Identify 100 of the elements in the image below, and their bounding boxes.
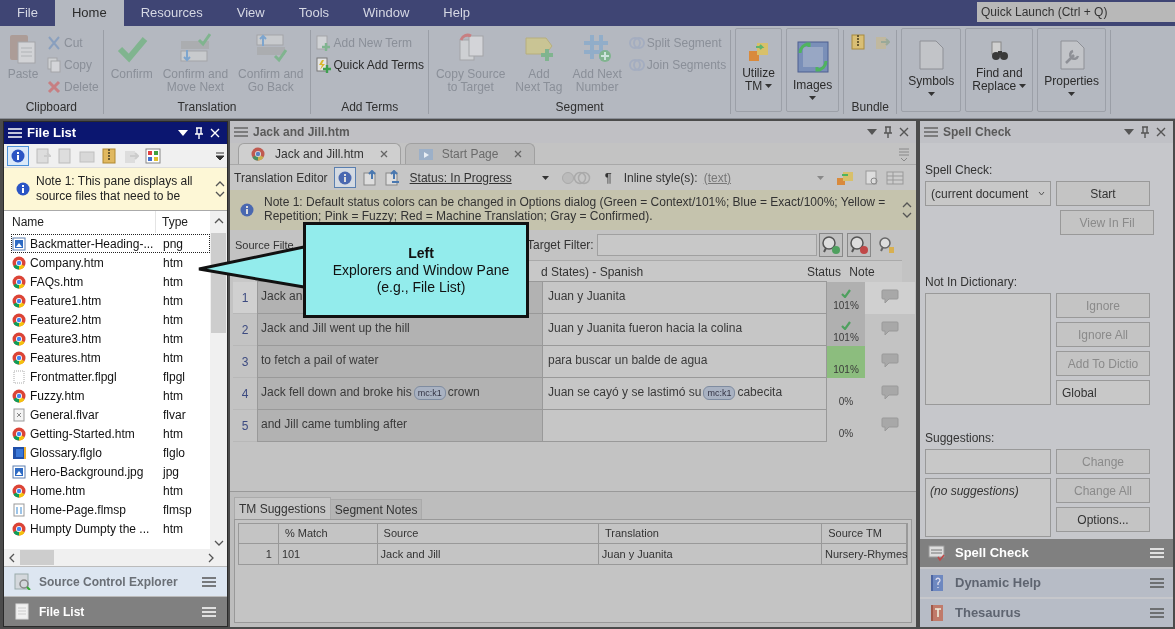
file-row[interactable]: Glossary.flglo flglo <box>11 443 210 462</box>
column-header[interactable]: Type <box>156 213 188 231</box>
dropdown-icon[interactable] <box>178 129 188 137</box>
suggestion-list[interactable]: (no suggestions) <box>925 478 1051 537</box>
scroll-down-icon[interactable] <box>215 191 225 198</box>
info-icon <box>240 203 254 217</box>
scroll-right-icon[interactable] <box>207 552 215 563</box>
scroll-down-icon[interactable] <box>902 212 912 219</box>
file-row[interactable]: Frontmatter.flpgl flpgl <box>11 367 210 386</box>
file-row[interactable]: Home.htm htm <box>11 481 210 500</box>
ribbon-button[interactable]: Symbols <box>901 28 962 112</box>
file-name: Home.htm <box>30 482 87 500</box>
scrollbar-thumb[interactable] <box>20 550 54 565</box>
grid-icon[interactable] <box>145 147 161 164</box>
source-cell[interactable]: Jack fell down and broke his mc:k1 crown <box>257 377 543 410</box>
table-cell: Jack and Jill <box>377 544 599 564</box>
scroll-up-icon[interactable] <box>215 180 225 187</box>
group-label: Bundle <box>850 99 890 114</box>
scope-dropdown[interactable]: (current document <box>925 181 1051 206</box>
pane-tab[interactable]: Spell Check <box>920 539 1173 567</box>
callout-text: (e.g., File List) <box>376 278 466 296</box>
file-row[interactable]: Getting-Started.htm htm <box>11 424 210 443</box>
scroll-down-icon[interactable] <box>213 539 224 547</box>
menu-item[interactable]: Window <box>346 0 427 26</box>
ribbon-button[interactable]: Quick Add Terms <box>315 54 424 76</box>
scroll-left-icon[interactable] <box>8 552 16 563</box>
menu-item[interactable]: View <box>219 0 282 26</box>
quick-launch-field[interactable]: Quick Launch (Ctrl + Q) <box>977 2 1175 22</box>
file-row[interactable]: General.flvar flvar <box>11 405 210 424</box>
document-tab[interactable]: Jack and Jill.htm <box>238 143 401 164</box>
pane-tab[interactable]: Source Control Explorer <box>4 566 227 596</box>
file-row[interactable]: Fuzzy.htm htm <box>11 386 210 405</box>
preview-icon[interactable] <box>864 169 880 186</box>
upload-icon[interactable] <box>383 169 400 186</box>
menu-item[interactable]: Tools <box>281 0 347 26</box>
row-number[interactable]: 1 <box>233 282 257 314</box>
file-row[interactable]: Humpty Dumpty the ... htm <box>11 519 210 538</box>
column-header[interactable]: Name <box>4 211 156 233</box>
column-header[interactable]: Source <box>377 524 599 543</box>
search-icon[interactable] <box>818 233 843 257</box>
scroll-up-icon[interactable] <box>213 217 224 225</box>
search-icon[interactable] <box>846 233 871 257</box>
info-button[interactable] <box>333 167 356 188</box>
ribbon-button[interactable]: Images <box>785 28 840 112</box>
formatting-marks-button[interactable]: ¶ <box>604 167 612 188</box>
source-cell[interactable]: to fetch a pail of water <box>257 345 543 378</box>
menu-icon[interactable] <box>7 126 23 140</box>
note-text: Note 1: This pane displays all source files that need to be <box>36 174 194 204</box>
file-name: Getting-Started.htm <box>30 425 136 443</box>
file-row[interactable]: FAQs.htm htm <box>11 272 210 291</box>
dictionary-dropdown[interactable]: Global <box>1056 380 1150 405</box>
file-row[interactable]: Backmatter-Heading-... png <box>11 234 210 253</box>
zip-icon[interactable] <box>101 147 117 164</box>
file-type: htm <box>162 387 183 405</box>
web-page-icon <box>12 274 26 289</box>
segment-text: Jack fell down and broke his <box>261 385 412 399</box>
menu-item[interactable]: Help <box>426 0 488 26</box>
column-header[interactable]: Note <box>843 262 881 281</box>
web-page-icon <box>12 350 26 365</box>
status-filter-dropdown[interactable]: Status: In Progress <box>409 168 549 187</box>
upload-icon[interactable] <box>361 169 378 186</box>
file-type: htm <box>162 349 183 367</box>
file-row[interactable]: Hero-Background.jpg jpg <box>11 462 210 481</box>
pane-tab[interactable]: File List <box>4 596 227 626</box>
column-header[interactable]: Status <box>805 262 843 281</box>
search-document-icon <box>14 573 31 590</box>
file-row[interactable]: Home-Page.flmsp flmsp <box>11 500 210 519</box>
target-filter-field[interactable] <box>596 234 817 256</box>
column-header[interactable]: % Match <box>278 524 378 543</box>
column-header[interactable]: d States) - Spanish <box>537 262 805 281</box>
group-label: Translation <box>176 99 238 114</box>
ribbon-button[interactable]: Utilize TM <box>735 28 782 112</box>
overflow-icon[interactable] <box>216 150 224 161</box>
menu-item[interactable]: File <box>0 0 55 26</box>
menu-item[interactable]: Home <box>54 0 124 26</box>
file-row[interactable]: Features.htm htm <box>11 348 210 367</box>
menu-item[interactable]: Resources <box>123 0 220 26</box>
segment-text: Jack and Jill went up the hill <box>261 321 410 335</box>
file-row[interactable]: Feature3.htm htm <box>11 329 210 348</box>
column-header[interactable]: Source TM <box>822 524 907 543</box>
info-button[interactable] <box>7 145 29 166</box>
file-row[interactable]: Feature1.htm htm <box>11 291 210 310</box>
file-row[interactable]: Feature2.htm htm <box>11 310 210 329</box>
scroll-up-icon[interactable] <box>902 201 912 208</box>
action-button[interactable]: Options... <box>1056 507 1150 532</box>
suggestion-field[interactable] <box>925 449 1051 474</box>
file-name: Home-Page.flmsp <box>30 501 128 519</box>
table-cell: Juan y Juanita <box>598 544 822 564</box>
ribbon-button[interactable]: Properties <box>1037 28 1106 112</box>
ribbon-button[interactable]: Find and Replace <box>965 28 1034 112</box>
source-cell[interactable]: and Jill came tumbling after <box>257 409 543 442</box>
target-cell[interactable]: Juan y Juanita <box>542 281 827 314</box>
panel-tab[interactable]: TM Suggestions <box>234 497 331 519</box>
column-header[interactable]: Translation <box>598 524 823 543</box>
panel-tab[interactable]: Segment Notes <box>330 499 423 519</box>
target-cell[interactable] <box>542 409 827 442</box>
file-row[interactable]: Company.htm htm <box>11 253 210 272</box>
search-icon[interactable] <box>876 235 895 255</box>
action-button[interactable]: Start <box>1056 181 1150 206</box>
web-page-icon <box>12 483 26 498</box>
